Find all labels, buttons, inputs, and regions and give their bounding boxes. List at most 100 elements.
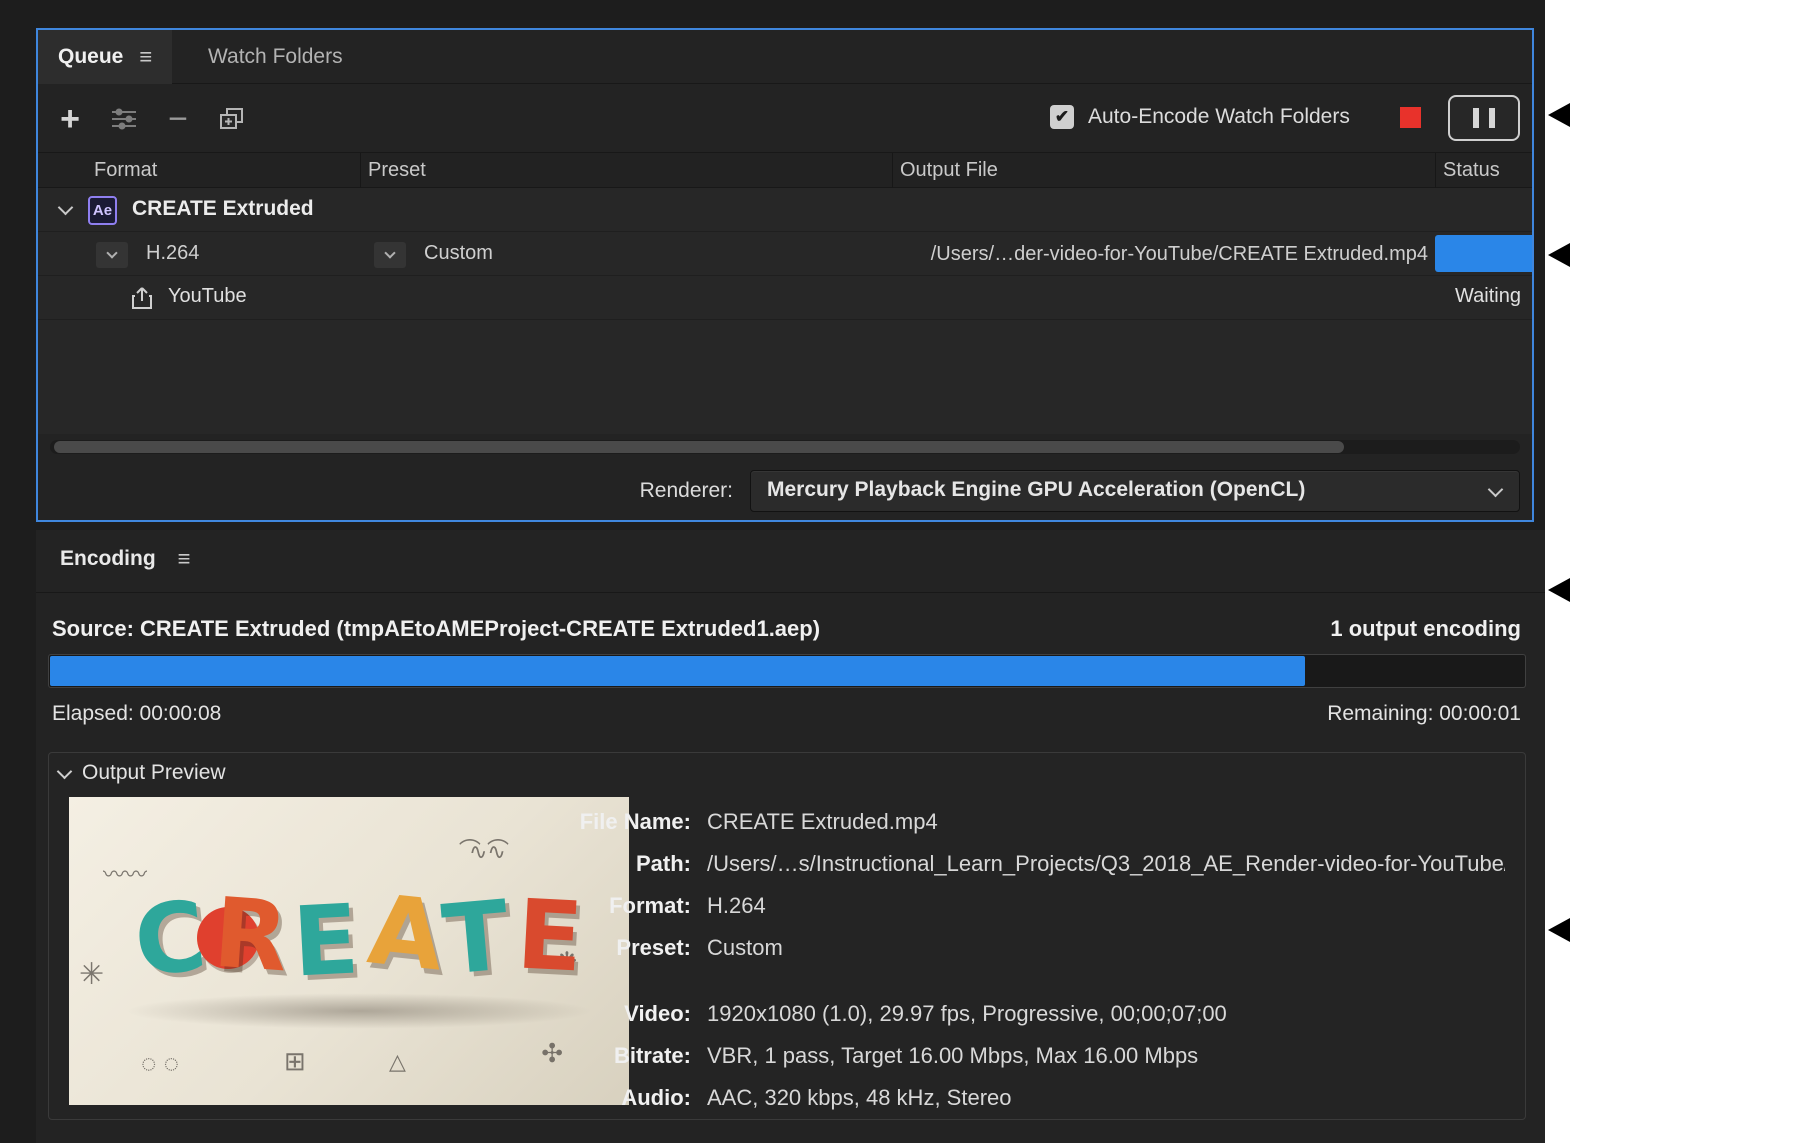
media-encoder-window: Queue ≡ Watch Folders + [0,0,1545,1143]
detail-label: Bitrate: [489,1043,691,1069]
output-file-path[interactable]: /Users/…der-video-for-YouTube/CREATE Ext… [738,243,1428,266]
outputs-count: 1 output encoding [1330,616,1521,642]
output-preview-title: Output Preview [82,761,226,785]
tab-queue-label: Queue [58,45,123,69]
after-effects-badge: Ae [88,196,117,225]
check-icon: ✔ [1055,107,1069,127]
detail-row-filename: File Name: CREATE Extruded.mp4 [49,809,1525,839]
divider [36,592,1545,593]
row-encoding-progress-bar [1435,235,1532,272]
auto-encode-watch-folders-toggle[interactable]: ✔ Auto-Encode Watch Folders [1050,105,1350,129]
callout-arrow-icon [1548,243,1570,267]
column-header-preset: Preset [368,159,426,182]
page-margin [1545,0,1800,1143]
detail-value: H.264 [707,893,1505,919]
elapsed-time: Elapsed: 00:00:08 [52,702,221,726]
preset-sliders-icon [110,107,138,131]
preset-value[interactable]: Custom [424,242,493,265]
callout-arrow-icon [1548,103,1570,127]
detail-label: File Name: [489,809,691,835]
collapse-group-icon[interactable] [58,200,74,216]
doodle-circles: ◌ ◌ [141,1048,179,1079]
duplicate-button[interactable] [212,99,252,139]
add-output-preset-button[interactable] [104,99,144,139]
encoding-title: Encoding [60,547,156,571]
column-header-output-file: Output File [900,159,998,182]
detail-value: AAC, 320 kbps, 48 kHz, Stereo [707,1085,1505,1111]
remove-source-button[interactable]: − [158,99,198,139]
detail-value: /Users/…s/Instructional_Learn_Projects/Q… [707,851,1505,877]
scrollbar-thumb[interactable] [54,441,1344,453]
column-header-status: Status [1443,159,1500,182]
detail-value: 1920x1080 (1.0), 29.97 fps, Progressive,… [707,1001,1505,1027]
detail-value: VBR, 1 pass, Target 16.00 Mbps, Max 16.0… [707,1043,1505,1069]
duplicate-icon [219,107,245,131]
publish-status: Waiting [1455,285,1521,308]
artwork-letter: R [211,885,291,986]
screenshot-root: Queue ≡ Watch Folders + [0,0,1800,1143]
encoding-source: Source: CREATE Extruded (tmpAEtoAMEProje… [52,616,820,642]
minus-icon: − [168,102,188,136]
column-divider [1435,153,1436,189]
doodle-squiggle: ∿∿ [469,839,506,865]
encoding-progress-fill [50,656,1305,686]
auto-encode-checkbox[interactable]: ✔ [1050,105,1074,129]
format-value[interactable]: H.264 [146,242,199,265]
doodle-triangle: △ [389,1049,406,1075]
renderer-label: Renderer: [518,479,733,503]
tab-watch-folders-label: Watch Folders [208,45,343,69]
tab-watch-folders[interactable]: Watch Folders [188,30,363,84]
stop-queue-button[interactable] [1400,107,1421,128]
column-divider [360,153,361,189]
artwork-letter: A [364,881,448,984]
artwork-letter: T [439,887,513,988]
output-row[interactable]: H.264 Custom /Users/…der-video-for-YouTu… [38,232,1532,276]
detail-value: CREATE Extruded.mp4 [707,809,1505,835]
doodle-scribble: ✣ [541,1038,563,1069]
artwork-shadow [124,993,594,1029]
detail-label: Path: [489,851,691,877]
callout-arrow-icon [1548,578,1570,602]
doodle-asterisk: ✳ [79,957,104,992]
chevron-down-icon [106,247,117,258]
publish-upload-icon [130,285,154,311]
panel-menu-icon[interactable]: ≡ [178,546,191,572]
encoding-tab[interactable]: Encoding ≡ [60,546,191,572]
renderer-dropdown[interactable]: Mercury Playback Engine GPU Acceleration… [750,470,1520,512]
detail-row-bitrate: Bitrate: VBR, 1 pass, Target 16.00 Mbps,… [49,1043,1525,1073]
source-name: CREATE Extruded [132,197,314,221]
detail-row-path: Path: /Users/…s/Instructional_Learn_Proj… [49,851,1525,881]
detail-row-audio: Audio: AAC, 320 kbps, 48 kHz, Stereo [49,1085,1525,1115]
chevron-down-icon [1488,482,1504,498]
plus-icon: + [60,102,80,136]
collapse-preview-icon[interactable] [57,763,73,779]
encoding-progress-track [48,654,1526,688]
doodle-squiggle: 〰〰 [103,857,147,889]
callout-arrow-icon [1548,918,1570,942]
add-source-button[interactable]: + [50,99,90,139]
source-group-row[interactable]: Ae CREATE Extruded [38,188,1532,232]
artwork-letter: E [291,891,362,990]
detail-label: Audio: [489,1085,691,1111]
detail-value: Custom [707,935,1505,961]
format-dropdown-button[interactable] [96,242,128,268]
pause-icon [1473,108,1479,128]
publish-row[interactable]: YouTube Waiting [38,276,1532,320]
queue-toolbar: + − [38,85,1532,152]
column-header-format: Format [94,159,157,182]
pause-queue-button[interactable] [1448,95,1520,141]
queue-panel: Queue ≡ Watch Folders + [36,28,1534,522]
doodle-grid: ⊞ [284,1046,306,1077]
tab-queue[interactable]: Queue ≡ [38,30,172,84]
output-preview-section: Output Preview C R E A T E ✳ 〰〰 ◌ ◌ ⊞ △ [48,752,1526,1120]
horizontal-scrollbar[interactable] [50,440,1520,454]
renderer-value: Mercury Playback Engine GPU Acceleration… [767,478,1305,502]
output-preview-header[interactable]: Output Preview [59,761,226,785]
panel-menu-icon[interactable]: ≡ [139,44,152,70]
chevron-down-icon [384,247,395,258]
queue-tabbar: Queue ≡ Watch Folders [38,30,1532,84]
remaining-time: Remaining: 00:00:01 [1327,702,1521,726]
preset-dropdown-button[interactable] [374,242,406,268]
encoding-panel: Encoding ≡ Source: CREATE Extruded (tmpA… [36,530,1545,1143]
queue-rows: Ae CREATE Extruded H.264 Custom /Users/…… [38,188,1532,434]
